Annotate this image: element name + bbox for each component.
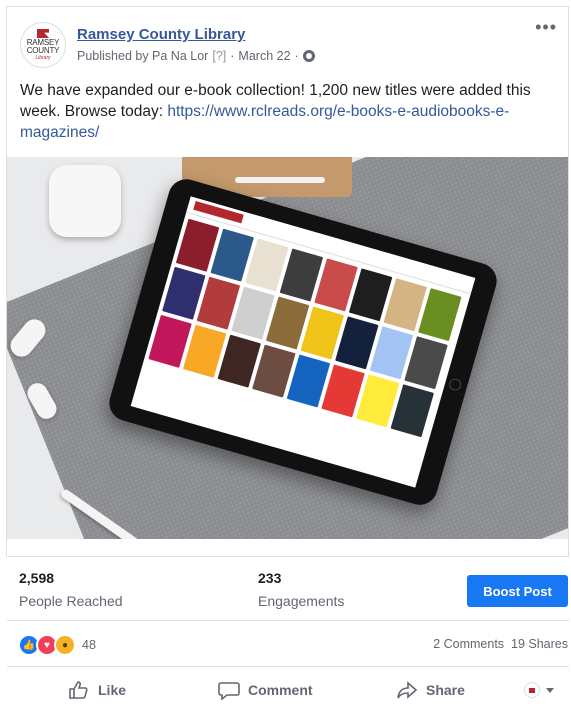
page-avatar[interactable]: RAMSEY COUNTY Library xyxy=(20,22,66,68)
reactions-summary[interactable]: 👍 ♥ ● 48 xyxy=(18,634,96,656)
page-avatar-small xyxy=(524,682,540,698)
comment-icon xyxy=(218,682,240,700)
book-covers-grid xyxy=(148,218,467,439)
post-card: RAMSEY COUNTY Library Ramsey County Libr… xyxy=(0,0,571,711)
meta-separator: · xyxy=(230,49,235,63)
comment-button[interactable]: Comment xyxy=(218,680,313,700)
logo-line-2: COUNTY xyxy=(26,46,60,55)
boost-post-button[interactable]: Boost Post xyxy=(467,575,568,607)
tray-stick xyxy=(235,177,325,183)
book-cover xyxy=(418,288,462,342)
thumbs-up-icon xyxy=(69,681,88,699)
people-reached-value: 2,598 xyxy=(19,570,55,586)
share-button[interactable]: Share xyxy=(396,680,465,700)
page-name-link[interactable]: Ramsey County Library xyxy=(77,26,245,43)
page-voice-selector[interactable] xyxy=(524,682,554,698)
shares-link[interactable]: 19 Shares xyxy=(511,637,568,651)
earbuds-case xyxy=(49,165,121,237)
engagements-value: 233 xyxy=(258,570,282,586)
published-by[interactable]: Published by Pa Na Lor xyxy=(77,49,208,63)
post-image[interactable] xyxy=(7,157,568,539)
like-button[interactable]: Like xyxy=(68,680,126,700)
divider xyxy=(7,666,569,667)
book-cover xyxy=(390,384,434,438)
logo-line-3: Library xyxy=(35,55,51,61)
divider xyxy=(7,556,569,557)
library-logo-mark xyxy=(37,29,49,38)
globe-icon xyxy=(302,50,315,62)
like-label: Like xyxy=(98,682,127,698)
help-marker[interactable]: [?] xyxy=(212,49,226,63)
home-button xyxy=(447,377,463,393)
people-reached-label: People Reached xyxy=(19,593,123,609)
chevron-down-icon xyxy=(546,687,554,693)
screen-logo xyxy=(193,200,244,224)
engagements-label: Engagements xyxy=(258,593,345,609)
reaction-count: 48 xyxy=(82,638,96,652)
meta-separator: · xyxy=(294,49,299,63)
more-options-icon[interactable]: ••• xyxy=(535,18,557,36)
engagement-links: 2 Comments 19 Shares xyxy=(433,637,568,651)
wow-reaction-icon: ● xyxy=(54,634,76,656)
share-label: Share xyxy=(426,682,465,698)
comment-label: Comment xyxy=(248,682,313,698)
book-cover xyxy=(404,336,448,390)
post-date[interactable]: March 22 xyxy=(238,49,290,63)
post-text: We have expanded our e-book collection! … xyxy=(20,80,556,143)
share-arrow-icon xyxy=(397,681,418,699)
post-meta: Published by Pa Na Lor [?] · March 22 · xyxy=(77,49,315,63)
comments-link[interactable]: 2 Comments xyxy=(433,637,504,651)
divider xyxy=(7,620,569,621)
